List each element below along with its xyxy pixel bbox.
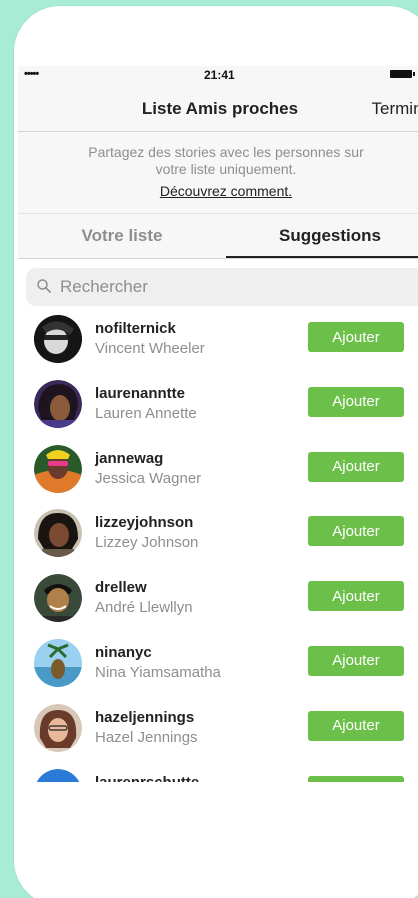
- username: jannewag: [95, 449, 164, 467]
- status-time: 21:41: [204, 68, 235, 82]
- avatar[interactable]: [34, 379, 82, 428]
- avatar-photo-icon: [34, 703, 82, 752]
- add-button[interactable]: Ajouter: [308, 710, 404, 741]
- tab-your-list[interactable]: Votre liste: [18, 214, 226, 258]
- avatar[interactable]: [34, 638, 82, 687]
- full-name: Hazel Jennings: [95, 728, 198, 746]
- phone-frame: ••••• 21:41 Liste Amis proches Terminé P…: [14, 6, 418, 898]
- list-item: lizzeyjohnson Lizzey Johnson Ajouter: [18, 508, 418, 573]
- avatar-photo-icon: [36, 768, 80, 782]
- add-button[interactable]: Ajouter: [308, 645, 404, 676]
- full-name: André Llewllyn: [95, 599, 193, 617]
- avatar[interactable]: [34, 574, 82, 623]
- avatar[interactable]: [34, 444, 82, 493]
- nav-bar: Liste Amis proches Terminé: [18, 84, 418, 132]
- add-button[interactable]: Ajouter: [308, 386, 404, 417]
- list-item: nofilternick Vincent Wheeler Ajouter: [18, 314, 418, 379]
- done-button[interactable]: Terminé: [372, 99, 418, 119]
- avatar[interactable]: [34, 768, 82, 782]
- username: hazeljennings: [95, 708, 195, 726]
- avatar[interactable]: [34, 315, 82, 363]
- search-input[interactable]: [60, 277, 360, 297]
- list-item: laurenrschutte Ajouter: [18, 768, 418, 782]
- avatar-photo-icon: [34, 379, 82, 428]
- add-button[interactable]: Ajouter: [308, 775, 404, 782]
- tab-bar: Votre liste Suggestions: [18, 214, 418, 259]
- add-button[interactable]: Ajouter: [308, 516, 404, 547]
- page-title: Liste Amis proches: [141, 99, 299, 118]
- list-item: jannewag Jessica Wagner Ajouter: [18, 444, 418, 509]
- avatar-photo-icon: [34, 315, 82, 363]
- list-item: drellew André Llewllyn Ajouter: [18, 573, 418, 638]
- suggestions-list: nofilternick Vincent Wheeler Ajouter lau…: [18, 314, 418, 782]
- username: laurenrschutte: [95, 774, 199, 782]
- avatar[interactable]: [34, 703, 82, 752]
- search-icon: [37, 279, 51, 293]
- add-button[interactable]: Ajouter: [308, 322, 404, 352]
- full-name: Lizzey Johnson: [95, 534, 199, 552]
- username: nofilternick: [95, 320, 176, 337]
- info-section: Partagez des stories avec les personnes …: [18, 132, 418, 214]
- username: drellew: [95, 579, 147, 597]
- list-item: hazeljennings Hazel Jennings Ajouter: [18, 703, 418, 768]
- avatar-photo-icon: [34, 444, 82, 493]
- add-button[interactable]: Ajouter: [308, 581, 404, 612]
- avatar[interactable]: [34, 509, 82, 558]
- info-description: Partagez des stories avec les personnes …: [88, 144, 364, 177]
- avatar-photo-icon: [34, 638, 82, 687]
- username: ninanyc: [95, 643, 152, 661]
- search-bar[interactable]: [26, 268, 418, 306]
- add-button[interactable]: Ajouter: [308, 451, 404, 482]
- avatar-photo-icon: [34, 509, 82, 558]
- screen: ••••• 21:41 Liste Amis proches Terminé P…: [18, 66, 418, 782]
- list-item: laurenanntte Lauren Annette Ajouter: [18, 379, 418, 444]
- avatar-photo-icon: [34, 574, 82, 623]
- username: lizzeyjohnson: [95, 514, 194, 532]
- full-name: Jessica Wagner: [95, 469, 202, 487]
- tab-suggestions[interactable]: Suggestions: [226, 214, 418, 258]
- username: laurenanntte: [95, 384, 186, 402]
- full-name: Lauren Annette: [95, 404, 197, 422]
- learn-more-link[interactable]: Découvrez comment.: [160, 183, 292, 199]
- status-bar: ••••• 21:41: [18, 66, 418, 84]
- battery-icon: [390, 70, 415, 78]
- full-name: Nina Yiamsamatha: [95, 663, 221, 681]
- list-item: ninanyc Nina Yiamsamatha Ajouter: [18, 638, 418, 703]
- full-name: Vincent Wheeler: [95, 340, 205, 357]
- signal-icon: •••••: [24, 68, 39, 80]
